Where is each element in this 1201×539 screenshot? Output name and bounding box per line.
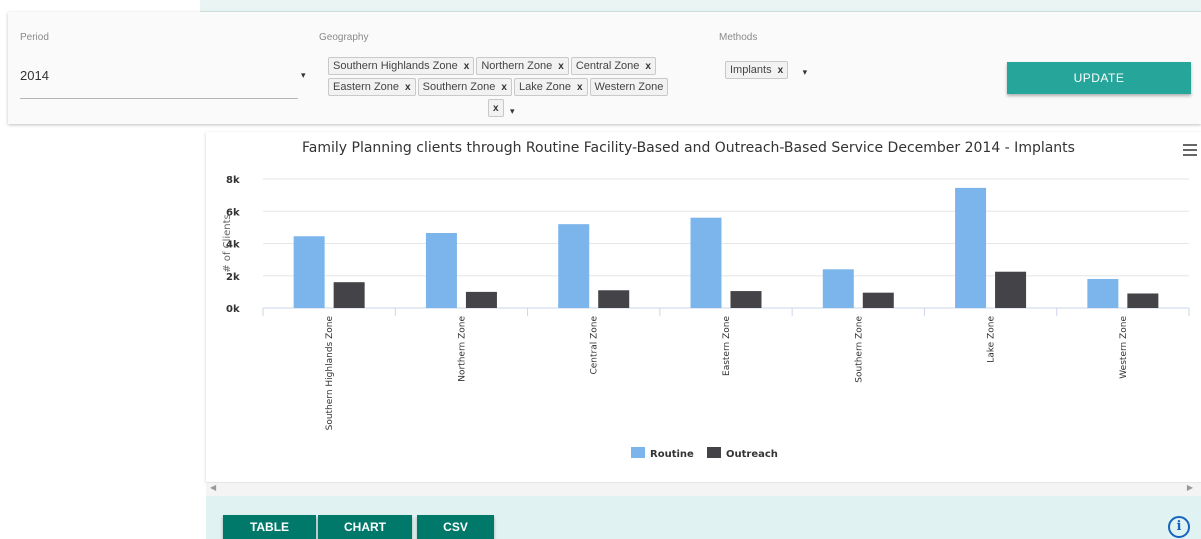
bottom-toolbar: TABLE CHART CSV i bbox=[206, 496, 1201, 539]
info-icon[interactable]: i bbox=[1168, 516, 1190, 538]
x-tick-label: Northern Zone bbox=[457, 316, 467, 382]
x-tick-label: Southern Zone bbox=[854, 316, 864, 383]
geography-chip: Southern Zone x bbox=[417, 78, 512, 96]
chart-menu-icon[interactable] bbox=[1183, 144, 1197, 156]
period-select[interactable]: 2014 ▾ bbox=[20, 64, 306, 99]
geography-chip: Central Zone x bbox=[570, 57, 656, 75]
bar-routine bbox=[425, 233, 457, 308]
remove-chip-icon[interactable]: x bbox=[501, 82, 507, 93]
bar-routine bbox=[558, 224, 590, 308]
remove-chip-icon[interactable]: x bbox=[405, 82, 411, 93]
bar-outreach bbox=[730, 291, 762, 308]
geography-chip: Lake Zone x bbox=[513, 78, 588, 96]
period-label: Period bbox=[20, 32, 49, 43]
bar-routine bbox=[293, 236, 325, 308]
methods-caret-icon[interactable]: ▾ bbox=[803, 67, 808, 77]
x-tick-label: Western Zone bbox=[1119, 316, 1129, 379]
scroll-left-icon[interactable]: ◀ bbox=[210, 483, 216, 492]
remove-chip-icon[interactable]: x bbox=[558, 61, 564, 72]
bar-chart: 0k2k4k6k8k# of ClientsSouthern Highlands… bbox=[222, 175, 1190, 460]
bar-outreach bbox=[465, 291, 497, 308]
csv-button[interactable]: CSV bbox=[417, 515, 494, 539]
geography-caret-icon[interactable]: ▾ bbox=[510, 106, 515, 116]
methods-chip: Implants x bbox=[725, 61, 789, 79]
geography-select[interactable]: Southern Highlands Zone x Northern Zone x Ce… bbox=[328, 57, 698, 123]
filter-panel: Period 2014 ▾ Geography Southern Highlan… bbox=[8, 12, 1201, 124]
remove-chip-icon[interactable]: x bbox=[778, 65, 784, 76]
geography-label: Geography bbox=[319, 32, 369, 43]
methods-label: Methods bbox=[719, 32, 758, 43]
table-button[interactable]: TABLE bbox=[223, 515, 316, 539]
geography-chip: Southern Highlands Zone x bbox=[328, 57, 475, 75]
bar-outreach bbox=[333, 282, 365, 308]
remove-chip-icon[interactable]: x bbox=[645, 61, 651, 72]
period-value: 2014 bbox=[20, 68, 49, 83]
geography-chip: Eastern Zone x bbox=[328, 78, 416, 96]
x-tick-label: Southern Highlands Zone bbox=[325, 316, 335, 431]
y-axis-title: # of Clients bbox=[222, 214, 233, 273]
horizontal-scrollbar[interactable]: ◀ ▶ bbox=[206, 482, 1201, 497]
geography-chip: Northern Zone x bbox=[476, 57, 569, 75]
remove-chip-icon[interactable]: x bbox=[493, 103, 499, 114]
x-tick-label: Eastern Zone bbox=[722, 316, 732, 376]
bar-routine bbox=[955, 187, 987, 308]
geography-chip-remove[interactable]: x bbox=[488, 99, 504, 117]
chart-title: Family Planning clients through Routine … bbox=[302, 140, 1075, 156]
legend-swatch-outreach bbox=[707, 447, 721, 458]
bar-routine bbox=[690, 217, 722, 308]
top-strip bbox=[200, 0, 1201, 12]
bar-routine bbox=[1087, 278, 1119, 308]
bar-outreach bbox=[862, 292, 894, 308]
methods-select[interactable]: Implants x ▾ bbox=[725, 61, 807, 79]
legend-swatch-routine bbox=[631, 447, 645, 458]
remove-chip-icon[interactable]: x bbox=[464, 61, 470, 72]
geography-chip: Western Zone bbox=[589, 78, 669, 96]
y-tick-label: 0k bbox=[226, 304, 240, 315]
update-button[interactable]: UPDATE bbox=[1007, 62, 1191, 94]
scroll-right-icon[interactable]: ▶ bbox=[1187, 483, 1193, 492]
legend-label-outreach: Outreach bbox=[726, 449, 778, 460]
chart-card: 0k 2k 4k 6k 8k # of Clients Southern Highlands… bbox=[206, 132, 1201, 482]
y-tick-label: 8k bbox=[226, 175, 240, 186]
remove-chip-icon[interactable]: x bbox=[577, 82, 583, 93]
bar-routine bbox=[822, 269, 854, 308]
bar-outreach bbox=[598, 290, 630, 308]
bar-outreach bbox=[995, 271, 1027, 308]
chart-button[interactable]: CHART bbox=[318, 515, 412, 539]
x-tick-label: Central Zone bbox=[590, 316, 600, 375]
legend-label-routine: Routine bbox=[650, 449, 694, 460]
x-tick-label: Lake Zone bbox=[987, 316, 997, 363]
bar-outreach bbox=[1127, 293, 1159, 308]
period-caret-icon[interactable]: ▾ bbox=[301, 70, 306, 81]
